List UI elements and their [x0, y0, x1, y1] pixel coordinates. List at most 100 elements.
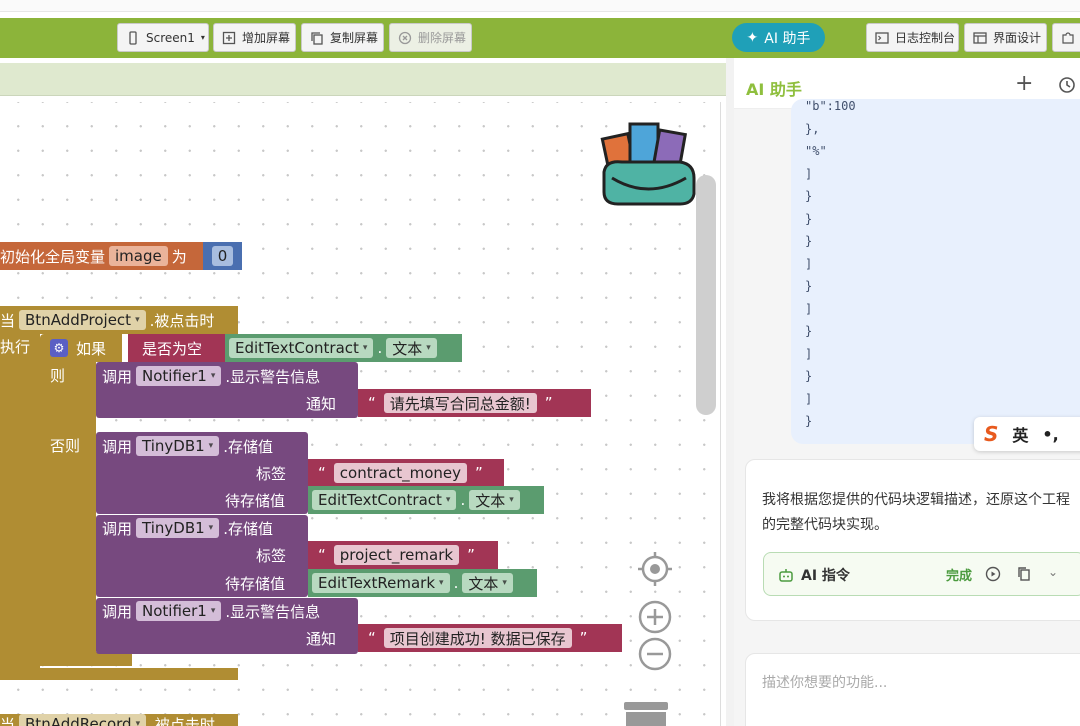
command-status: 完成: [946, 569, 973, 584]
prompt-placeholder: 描述你想要的功能...: [762, 675, 888, 691]
component-select[interactable]: EditTextContract ▾: [312, 490, 457, 510]
ai-assistant-button[interactable]: ✦ AI 助手: [732, 23, 825, 52]
dropdown-arrow-icon: ▾: [208, 523, 214, 533]
gear-icon[interactable]: ⚙: [50, 339, 68, 357]
log-console-button[interactable]: 日志控制台: [866, 23, 959, 52]
copy-screen-button[interactable]: 复制屏幕: [301, 23, 384, 52]
ime-punctuation[interactable]: •,: [1042, 425, 1058, 444]
tinydb-select[interactable]: TinyDB1 ▾: [136, 518, 220, 538]
add-screen-icon: [222, 31, 236, 44]
sogou-logo-icon: S: [984, 422, 999, 446]
dropdown-arrow-icon: ▾: [502, 578, 507, 588]
property-select[interactable]: 文本 ▾: [386, 338, 437, 358]
component-text-block-3[interactable]: EditTextRemark ▾ . 文本 ▾: [308, 569, 537, 597]
property-select[interactable]: 文本 ▾: [462, 573, 513, 593]
dropdown-arrow-icon: ▾: [445, 495, 451, 505]
number-block[interactable]: 0: [203, 242, 242, 270]
event-component-select[interactable]: BtnAddProject ▾: [19, 310, 146, 330]
string-block-tag1[interactable]: “contract_money”: [308, 459, 504, 487]
if-header[interactable]: ⚙ 如果: [50, 334, 106, 362]
puzzle-icon: [1062, 31, 1074, 44]
event-footer: [0, 668, 238, 680]
dropdown-arrow-icon: ▾: [509, 495, 514, 505]
notifier-call-header-1: 调用 Notifier1 ▾ .显示警告信息: [102, 366, 321, 386]
component-text-block-1[interactable]: EditTextContract ▾ . 文本 ▾: [225, 334, 462, 362]
trash-icon[interactable]: [622, 700, 670, 726]
sparkle-icon: ✦: [746, 29, 759, 46]
notifier-select[interactable]: Notifier1 ▾: [136, 366, 222, 386]
dropdown-arrow-icon: ▾: [135, 719, 141, 726]
string-block-success[interactable]: “项目创建成功! 数据已保存”: [358, 624, 622, 652]
dropdown-arrow-icon: ▾: [135, 315, 140, 325]
if-body-bg: [40, 362, 96, 658]
event-header-btnaddrecord[interactable]: 当 BtnAddRecord ▾ .被点击时: [0, 714, 238, 726]
tinydb-select[interactable]: TinyDB1 ▾: [136, 436, 220, 456]
copy-icon: [311, 31, 323, 45]
copy-icon[interactable]: [1016, 566, 1032, 582]
global-var-block[interactable]: 初始化全局变量 image 为: [0, 242, 208, 270]
component-select[interactable]: EditTextContract ▾: [229, 338, 374, 358]
event-component-select[interactable]: BtnAddRecord ▾: [19, 714, 147, 726]
ime-language[interactable]: 英: [1012, 422, 1028, 446]
else-label: 否则: [50, 436, 81, 455]
backpack-icon[interactable]: [600, 116, 698, 206]
tinydb-header-2: 调用 TinyDB1 ▾ .存储值: [102, 518, 273, 538]
value-to-store-label: 待存储值: [225, 491, 286, 510]
dropdown-arrow-icon: ▾: [426, 343, 431, 353]
phone-icon: [129, 30, 137, 45]
vertical-scrollbar[interactable]: [696, 175, 716, 415]
zoom-in-icon[interactable]: [637, 599, 673, 635]
is-empty-block[interactable]: 是否为空: [128, 334, 230, 362]
assistant-body: "b":100 }, "%" ] } } } ] } ] } ] } ] } S…: [734, 99, 1080, 726]
recenter-icon[interactable]: [637, 551, 673, 587]
chevron-down-icon: ▾: [200, 33, 205, 42]
component-text-block-2[interactable]: EditTextContract ▾ . 文本 ▾: [308, 486, 544, 514]
value-to-store-label-2: 待存储值: [225, 574, 286, 593]
component-select[interactable]: EditTextRemark ▾: [312, 573, 450, 593]
screen-select[interactable]: Screen1 ▾: [117, 23, 209, 52]
notice-label-2: 通知: [306, 629, 337, 648]
if-footer-bg: [40, 652, 132, 666]
tag-label-2: 标签: [256, 546, 287, 565]
code-bubble: "b":100 }, "%" ] } } } ] } ] } ] } ] }: [791, 99, 1080, 444]
dropdown-arrow-icon: ▾: [210, 606, 216, 616]
event-body-left: [0, 334, 40, 670]
string-block-warning[interactable]: “请先填写合同总金额!”: [358, 389, 591, 417]
robot-icon: [779, 569, 793, 582]
plus-icon[interactable]: +: [1015, 71, 1033, 96]
ime-toolbar[interactable]: S 英 •,: [974, 417, 1080, 451]
close-circle-icon: [398, 31, 412, 44]
notifier-select[interactable]: Notifier1 ▾: [136, 601, 222, 621]
zoom-out-icon[interactable]: [637, 636, 673, 672]
panel-divider[interactable]: [726, 58, 734, 726]
ui-design-button[interactable]: 界面设计: [964, 23, 1047, 52]
notifier-call-header-2: 调用 Notifier1 ▾ .显示警告信息: [102, 601, 321, 621]
do-label: 执行: [0, 337, 31, 356]
dropdown-arrow-icon: ▾: [210, 371, 216, 381]
then-label: 则: [50, 366, 66, 385]
play-icon[interactable]: [985, 566, 1001, 582]
property-select[interactable]: 文本 ▾: [469, 490, 520, 510]
ai-command-box[interactable]: AI 指令 完成 ⌄: [763, 552, 1080, 596]
delete-screen-button[interactable]: 删除屏幕: [389, 23, 472, 52]
add-screen-button[interactable]: 增加屏幕: [213, 23, 296, 52]
event-header-btnaddproject[interactable]: 当 BtnAddProject ▾ .被点击时: [0, 306, 214, 334]
prompt-input[interactable]: 描述你想要的功能...: [745, 653, 1080, 726]
message-text: 我将根据您提供的代码块逻辑描述，还原这个工程的完整代码块实现。: [762, 492, 1070, 533]
blocks-button[interactable]: [1052, 23, 1080, 52]
layout-icon: [973, 31, 987, 44]
notice-label: 通知: [306, 394, 337, 413]
history-icon[interactable]: [1058, 76, 1076, 94]
terminal-icon: [875, 31, 889, 44]
string-block-tag2[interactable]: “project_remark”: [308, 541, 498, 569]
app-root: Screen1 ▾ 增加屏幕 复制屏幕 删除屏幕 ✦ AI 助手 日志控制台 界…: [0, 0, 1080, 726]
top-strip: [0, 0, 1080, 12]
dropdown-arrow-icon: ▾: [208, 441, 214, 451]
toolbar: Screen1 ▾ 增加屏幕 复制屏幕 删除屏幕 ✦ AI 助手 日志控制台 界…: [0, 18, 1080, 58]
chevron-down-icon[interactable]: ⌄: [1048, 565, 1058, 579]
dropdown-arrow-icon: ▾: [439, 578, 444, 588]
dropdown-arrow-icon: ▾: [362, 343, 368, 353]
canvas-header: [0, 63, 726, 96]
var-name-field[interactable]: image: [109, 246, 168, 266]
assistant-message: 我将根据您提供的代码块逻辑描述，还原这个工程的完整代码块实现。 AI 指令 完成…: [745, 459, 1080, 621]
